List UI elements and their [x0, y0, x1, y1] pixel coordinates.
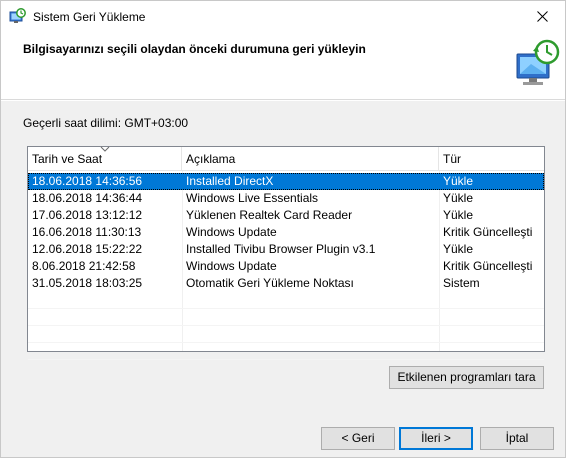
- cell-date: 12.06.2018 15:22:22: [32, 242, 143, 256]
- table-row[interactable]: 18.06.2018 14:36:56 Installed DirectX Yü…: [28, 173, 544, 190]
- next-button[interactable]: İleri >: [399, 427, 473, 450]
- table-row[interactable]: 18.06.2018 14:36:44 Windows Live Essenti…: [28, 190, 544, 207]
- column-header-type-label: Tür: [443, 152, 461, 166]
- cell-description: Windows Live Essentials: [186, 191, 319, 205]
- cell-type: Yükle: [443, 208, 474, 222]
- cell-description: Windows Update: [186, 225, 277, 239]
- column-header-description[interactable]: Açıklama: [182, 147, 439, 171]
- cell-type: Yükle: [443, 191, 474, 205]
- table-row[interactable]: 31.05.2018 18:03:25 Otomatik Geri Yüklem…: [28, 275, 544, 292]
- window-title: Sistem Geri Yükleme: [33, 10, 146, 24]
- empty-row: [28, 292, 544, 309]
- cell-type: Kritik Güncelleşti: [443, 225, 533, 239]
- column-header-date-label: Tarih ve Saat: [32, 152, 103, 166]
- close-icon: [536, 10, 548, 22]
- restore-point-list[interactable]: Tarih ve Saat Açıklama Tür 18.06.2018 14…: [27, 146, 545, 360]
- cell-type: Kritik Güncelleşti: [443, 259, 533, 273]
- cell-description: Installed DirectX: [186, 174, 274, 188]
- cancel-button[interactable]: İptal: [480, 427, 554, 450]
- cell-type: Sistem: [443, 276, 480, 290]
- table-row[interactable]: 16.06.2018 11:30:13 Windows Update Kriti…: [28, 224, 544, 241]
- cell-description: Otomatik Geri Yükleme Noktası: [186, 276, 354, 290]
- wizard-footer: < Geri İleri > İptal: [1, 419, 565, 457]
- cell-description: Installed Tivibu Browser Plugin v3.1: [186, 242, 376, 256]
- timezone-label: Geçerli saat dilimi: GMT+03:00: [23, 116, 189, 130]
- cell-date: 17.06.2018 13:12:12: [32, 208, 143, 222]
- back-button[interactable]: < Geri: [321, 427, 395, 450]
- system-restore-window: Sistem Geri Yükleme Bilgisayarınızı seçi…: [0, 0, 566, 458]
- table-row[interactable]: 12.06.2018 15:22:22 Installed Tivibu Bro…: [28, 241, 544, 258]
- empty-row: [28, 326, 544, 343]
- cell-date: 8.06.2018 21:42:58: [32, 259, 136, 273]
- empty-row: [28, 343, 544, 360]
- cell-description: Windows Update: [186, 259, 277, 273]
- list-rows: 18.06.2018 14:36:56 Installed DirectX Yü…: [28, 173, 544, 360]
- close-button[interactable]: [519, 1, 565, 31]
- list-header: Tarih ve Saat Açıklama Tür: [28, 146, 544, 171]
- system-restore-icon: [9, 8, 26, 23]
- column-header-date[interactable]: Tarih ve Saat: [28, 146, 182, 171]
- cell-description: Yüklenen Realtek Card Reader: [186, 208, 353, 222]
- table-row[interactable]: 8.06.2018 21:42:58 Windows Update Kritik…: [28, 258, 544, 275]
- cell-type: Yükle: [443, 242, 474, 256]
- cell-date: 18.06.2018 14:36:56: [32, 174, 143, 188]
- scan-affected-programs-button[interactable]: Etkilenen programları tara: [389, 366, 544, 389]
- page-title: Bilgisayarınızı seçili olaydan önceki du…: [23, 42, 366, 56]
- title-bar[interactable]: Sistem Geri Yükleme: [1, 1, 565, 32]
- cell-type: Yükle: [443, 174, 474, 188]
- sort-down-icon: [100, 146, 110, 152]
- wizard-body: Geçerli saat dilimi: GMT+03:00 Tarih ve …: [1, 101, 565, 419]
- column-header-description-label: Açıklama: [186, 152, 236, 166]
- system-restore-monitor-icon: [516, 39, 560, 85]
- wizard-header: Bilgisayarınızı seçili olaydan önceki du…: [1, 32, 565, 100]
- cell-date: 16.06.2018 11:30:13: [32, 225, 142, 239]
- cell-date: 18.06.2018 14:36:44: [32, 191, 143, 205]
- empty-row: [28, 309, 544, 326]
- cell-date: 31.05.2018 18:03:25: [32, 276, 143, 290]
- table-row[interactable]: 17.06.2018 13:12:12 Yüklenen Realtek Car…: [28, 207, 544, 224]
- column-header-type[interactable]: Tür: [439, 147, 544, 171]
